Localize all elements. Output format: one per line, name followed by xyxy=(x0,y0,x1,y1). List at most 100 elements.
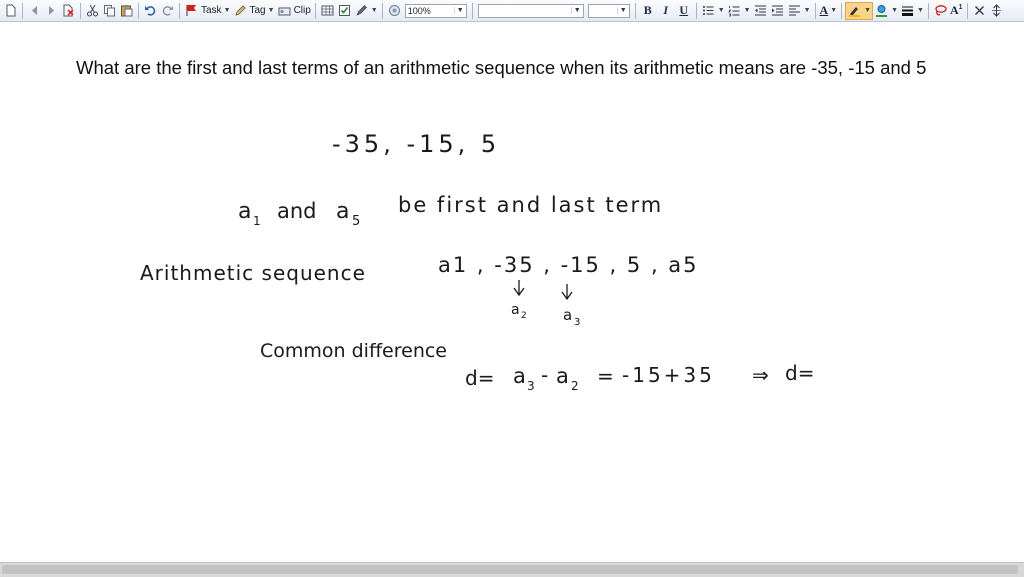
pen-color-button[interactable]: ▼ xyxy=(845,1,874,20)
checkbox-icon xyxy=(337,3,352,18)
cut-button[interactable] xyxy=(84,2,101,20)
toolbar-separator xyxy=(814,2,816,19)
toolbar-separator xyxy=(80,2,81,19)
resize-vertical-icon xyxy=(989,3,1004,18)
horizontal-scrollbar[interactable] xyxy=(0,562,1024,577)
tag-button[interactable]: Tag ▼ xyxy=(232,2,276,20)
line-style-dropdown-arrow[interactable]: ▼ xyxy=(917,7,924,14)
hw-a3-sub: 3 xyxy=(574,317,580,328)
hw-a2-sub: 2 xyxy=(521,311,527,321)
new-page-icon xyxy=(3,3,18,18)
align-button[interactable]: ▼ xyxy=(786,2,812,20)
table-icon xyxy=(320,3,335,18)
handwriting-canvas: -35, -15, 5 a 1 and a 5 be first and las… xyxy=(140,130,814,393)
toolbar-separator xyxy=(179,2,180,19)
paste-button[interactable] xyxy=(118,2,135,20)
task-dropdown-arrow[interactable]: ▼ xyxy=(224,7,231,14)
next-page-button[interactable] xyxy=(43,2,60,20)
previous-page-button[interactable] xyxy=(26,2,43,20)
bold-label: B xyxy=(643,3,652,17)
editor-toolbar: Task ▼ Tag ▼ Clip ▼ 100% ▼ ▼ ▼ B I U ▼ ▼… xyxy=(0,0,1024,22)
redo-button[interactable] xyxy=(159,2,176,20)
toolbar-separator xyxy=(22,2,23,19)
toolbar-separator xyxy=(138,2,139,19)
clip-button[interactable]: Clip xyxy=(276,2,312,20)
scrollbar-thumb[interactable] xyxy=(2,565,1018,574)
hw-d-equals-result: d= xyxy=(785,361,814,385)
toolbar-separator xyxy=(314,2,316,19)
table-button[interactable] xyxy=(319,2,336,20)
highlight-dropdown-arrow[interactable]: ▼ xyxy=(891,7,898,14)
hw-eq-a3: a xyxy=(513,364,526,388)
zoom-select[interactable]: 100% ▼ xyxy=(404,3,467,18)
hw-and: and xyxy=(277,199,317,223)
hw-a3-label: a xyxy=(563,306,572,324)
checklist-button[interactable] xyxy=(336,2,353,20)
hw-a5: a xyxy=(336,199,349,224)
underline-button[interactable]: U xyxy=(675,2,693,20)
toolbar-separator xyxy=(966,2,968,19)
lasso-button[interactable] xyxy=(932,2,949,20)
highlighter-icon xyxy=(874,3,889,18)
font-color-button[interactable]: A ▼ xyxy=(819,2,839,20)
hw-eq-a2-sub: 2 xyxy=(571,379,579,393)
font-name-select[interactable]: ▼ xyxy=(477,3,584,18)
toolbar-separator xyxy=(471,2,473,19)
delete-page-button[interactable] xyxy=(60,2,77,20)
italic-label: I xyxy=(663,3,669,17)
close-button[interactable] xyxy=(971,2,988,20)
hw-first-last-text: be first and last term xyxy=(398,193,663,217)
arrow-down-icon xyxy=(513,280,525,297)
task-button[interactable]: Task ▼ xyxy=(183,2,232,20)
hw-eq-a3-sub: 3 xyxy=(527,379,535,393)
delete-page-icon xyxy=(61,3,76,18)
superscript-button[interactable]: A 1 xyxy=(949,2,964,20)
indent-icon xyxy=(770,3,785,18)
increase-indent-button[interactable] xyxy=(769,2,786,20)
hw-a1-sub: 1 xyxy=(253,214,261,228)
bullet-dropdown-arrow[interactable]: ▼ xyxy=(718,7,725,14)
note-page[interactable]: What are the first and last terms of an … xyxy=(0,22,1024,562)
pen-dropdown-arrow[interactable]: ▼ xyxy=(371,7,378,14)
chevron-down-icon: ▼ xyxy=(616,7,627,14)
bold-button[interactable]: B xyxy=(639,2,657,20)
new-page-button[interactable] xyxy=(2,2,19,20)
tag-dropdown-arrow[interactable]: ▼ xyxy=(268,7,275,14)
pen-color-dropdown-arrow[interactable]: ▼ xyxy=(864,7,871,14)
hw-a2-label: a xyxy=(511,302,520,318)
pencil-tag-icon xyxy=(233,3,248,18)
copy-button[interactable] xyxy=(101,2,118,20)
italic-button[interactable]: I xyxy=(657,2,675,20)
highlight-color-button[interactable]: ▼ xyxy=(873,2,899,20)
lasso-icon xyxy=(933,3,948,18)
numbered-list-button[interactable]: ▼ xyxy=(726,2,752,20)
numbered-dropdown-arrow[interactable]: ▼ xyxy=(744,7,751,14)
scissors-icon xyxy=(85,3,100,18)
resize-button[interactable] xyxy=(988,2,1005,20)
undo-icon xyxy=(143,3,158,18)
pen-tool-button[interactable]: ▼ xyxy=(353,2,379,20)
task-label: Task xyxy=(201,5,222,16)
hw-means-list: -35, -15, 5 xyxy=(332,130,500,158)
decrease-indent-button[interactable] xyxy=(752,2,769,20)
bullet-list-button[interactable]: ▼ xyxy=(700,2,726,20)
font-color-dropdown-arrow[interactable]: ▼ xyxy=(830,7,837,14)
font-size-select[interactable]: ▼ xyxy=(587,3,630,18)
flag-icon xyxy=(184,3,199,18)
pen-icon xyxy=(354,3,369,18)
toolbar-separator xyxy=(634,2,636,19)
font-color-label: A xyxy=(819,3,829,17)
hw-implies: ⇒ xyxy=(752,363,769,387)
hw-a1: a xyxy=(238,199,251,224)
zoom-reset-button[interactable] xyxy=(386,2,403,20)
undo-button[interactable] xyxy=(142,2,159,20)
line-style-button[interactable]: ▼ xyxy=(899,2,925,20)
zoom-icon xyxy=(387,3,402,18)
zoom-value: 100% xyxy=(407,5,431,16)
hw-eq-expression: -15+35 xyxy=(622,363,715,387)
hw-eq-minus: - xyxy=(541,363,548,387)
copy-icon xyxy=(102,3,117,18)
align-dropdown-arrow[interactable]: ▼ xyxy=(804,7,811,14)
outdent-icon xyxy=(753,3,768,18)
hw-a5-sub: 5 xyxy=(352,214,360,229)
